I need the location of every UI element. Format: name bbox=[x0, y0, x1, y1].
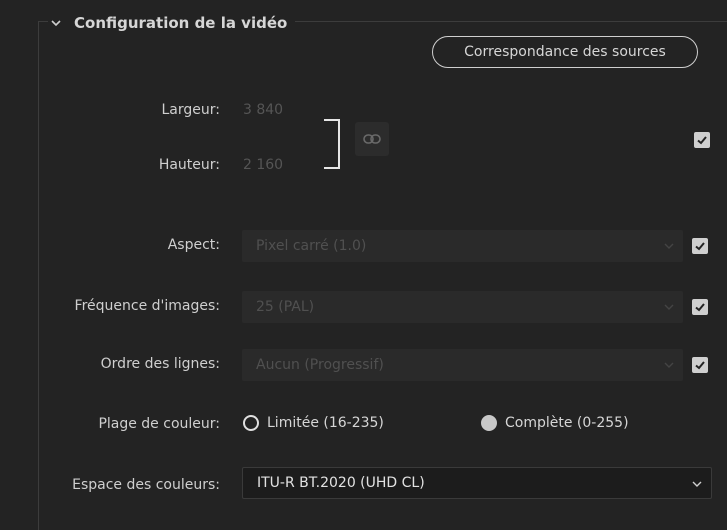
radio-limited[interactable]: Limitée (16-235) bbox=[243, 415, 384, 431]
check-icon bbox=[695, 303, 705, 312]
video-settings-panel: Configuration de la vidéo Correspondance… bbox=[0, 0, 727, 530]
chevron-down-icon bbox=[664, 362, 674, 368]
aspect-link-bracket bbox=[324, 119, 340, 169]
check-icon bbox=[695, 242, 705, 251]
radio-full[interactable]: Complète (0-255) bbox=[481, 415, 629, 431]
chevron-down-icon bbox=[664, 243, 674, 249]
width-value[interactable]: 3 840 bbox=[243, 102, 283, 118]
radio-full-indicator[interactable] bbox=[481, 415, 497, 431]
color-space-dropdown[interactable]: ITU-R BT.2020 (UHD CL) bbox=[242, 467, 712, 499]
height-label: Hauteur: bbox=[158, 157, 220, 173]
field-order-checkbox[interactable] bbox=[692, 357, 708, 373]
frame-rate-value: 25 (PAL) bbox=[256, 299, 315, 315]
color-space-label: Espace des couleurs: bbox=[72, 477, 220, 493]
aspect-dropdown[interactable]: Pixel carré (1.0) bbox=[242, 230, 683, 262]
aspect-label: Aspect: bbox=[167, 237, 220, 253]
chevron-down-icon bbox=[664, 304, 674, 310]
field-order-value: Aucun (Progressif) bbox=[256, 357, 384, 373]
check-icon bbox=[697, 136, 707, 145]
frame-rate-label: Fréquence d'images: bbox=[74, 298, 220, 314]
aspect-checkbox[interactable] bbox=[692, 238, 708, 254]
match-sources-button[interactable]: Correspondance des sources bbox=[432, 36, 698, 68]
section-header[interactable]: Configuration de la vidéo bbox=[48, 10, 296, 36]
dimensions-checkbox[interactable] bbox=[694, 132, 710, 148]
chevron-down-icon bbox=[692, 481, 702, 487]
radio-full-label: Complète (0-255) bbox=[505, 415, 629, 431]
aspect-value: Pixel carré (1.0) bbox=[256, 238, 367, 254]
height-value[interactable]: 2 160 bbox=[243, 157, 283, 173]
field-order-label: Ordre des lignes: bbox=[100, 356, 220, 372]
chevron-down-icon[interactable] bbox=[48, 15, 64, 31]
check-icon bbox=[695, 361, 705, 370]
section-title: Configuration de la vidéo bbox=[74, 14, 288, 32]
frame-rate-dropdown[interactable]: 25 (PAL) bbox=[242, 291, 683, 323]
width-label: Largeur: bbox=[161, 102, 221, 118]
radio-limited-indicator[interactable] bbox=[243, 415, 259, 431]
frame-rate-checkbox[interactable] bbox=[692, 299, 708, 315]
radio-limited-label: Limitée (16-235) bbox=[267, 415, 384, 431]
link-dimensions-button[interactable] bbox=[355, 122, 389, 156]
link-icon bbox=[363, 134, 381, 144]
color-space-value: ITU-R BT.2020 (UHD CL) bbox=[257, 475, 425, 491]
section-group-box bbox=[38, 21, 727, 530]
color-range-label: Plage de couleur: bbox=[98, 416, 220, 432]
field-order-dropdown[interactable]: Aucun (Progressif) bbox=[242, 349, 683, 381]
